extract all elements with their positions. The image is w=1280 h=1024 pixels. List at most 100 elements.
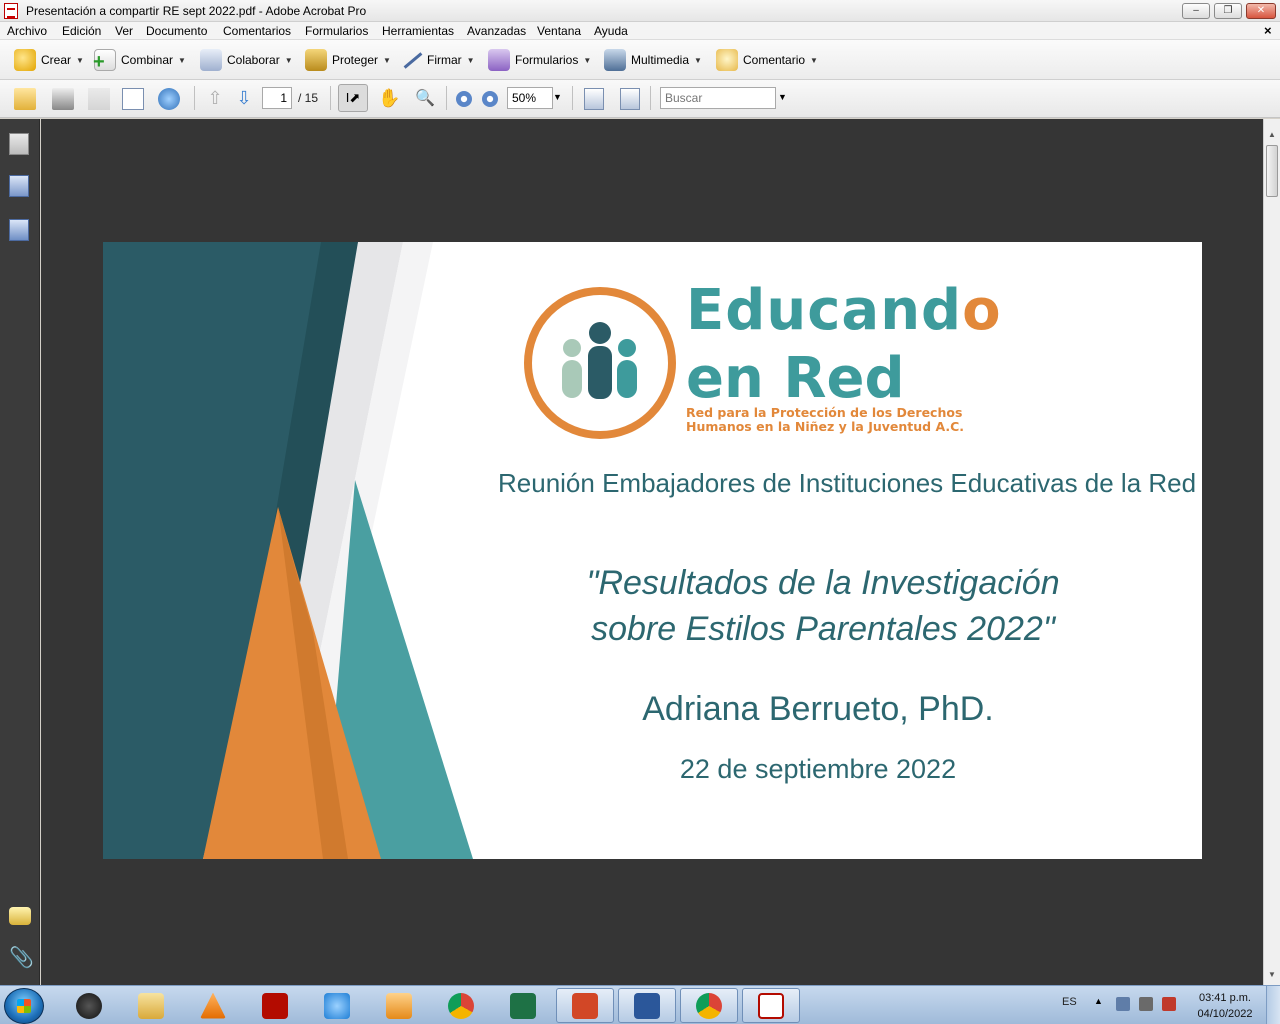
chevron-down-icon: ▼ [694,55,702,65]
clock-time: 03:41 p.m. [1199,992,1251,1004]
email-icon[interactable] [122,88,144,110]
comments-panel-icon[interactable] [9,907,31,925]
signatures-panel-icon[interactable] [9,219,29,241]
hand-tool-icon[interactable]: ✋ [378,88,400,110]
powerpoint-icon [572,992,598,1019]
logo-figure [617,360,637,398]
pdf-page: Educando en Red Red para la Protección d… [103,242,1202,859]
close-document-icon[interactable]: × [1264,23,1272,38]
logo-figure [588,346,612,399]
start-button[interactable] [4,988,44,1024]
restore-button[interactable]: ❐ [1214,3,1242,19]
chevron-down-icon[interactable]: ▼ [778,92,787,102]
menu-bar: Archivo Edición Ver Documento Comentario… [0,22,1280,40]
taskbar-app-reader[interactable] [246,988,304,1023]
navigation-toolbar: ⇧ ⇩ ✋ 🔍 [0,80,1280,118]
crear-button[interactable]: Crear ▼ [14,48,84,72]
zoom-level-input[interactable]: 50% [507,87,553,109]
bookmarks-panel-icon[interactable] [9,175,29,197]
acrobat-reader-icon [262,992,288,1019]
logo-figure [562,360,582,398]
taskbar-app-chrome[interactable] [432,988,490,1023]
network-icon[interactable] [1116,997,1130,1011]
formularios-label: Formularios [515,53,579,67]
web-globe-icon[interactable] [158,88,180,110]
combinar-button[interactable]: Combinar ▼ [93,48,186,72]
language-indicator[interactable]: ES [1062,996,1077,1008]
close-button[interactable]: ✕ [1246,3,1276,19]
zoom-in-icon[interactable] [482,91,498,107]
vertical-scrollbar[interactable]: ▲ ▼ [1263,119,1280,985]
menu-ver[interactable]: Ver [115,24,133,38]
logo-figure-head [589,322,611,344]
chevron-down-icon: ▼ [76,55,84,65]
menu-comentarios[interactable]: Comentarios [223,24,291,38]
firmar-label: Firmar [427,53,462,67]
menu-herramientas[interactable]: Herramientas [382,24,454,38]
logo-wordmark-main: Educand [686,278,963,343]
menu-edicion[interactable]: Edición [62,24,101,38]
taskbar-app-blue[interactable] [308,988,366,1023]
fit-width-icon[interactable] [584,88,604,110]
page-number-input[interactable]: 1 [262,87,292,109]
menu-ventana[interactable]: Ventana [537,24,581,38]
meeting-title: Reunión Embajadores de Instituciones Edu… [498,468,1197,498]
toolbar-divider [330,86,331,110]
show-desktop-button[interactable] [1266,986,1280,1024]
taskbar-app-excel[interactable] [494,988,552,1023]
show-hidden-icons-icon[interactable]: ▲ [1094,996,1103,1006]
talk-title: "Resultados de la Investigación sobre Es… [543,560,1103,652]
system-clock[interactable]: 03:41 p.m. 04/10/2022 [1188,990,1262,1022]
vlc-cone-icon [200,992,226,1019]
fit-page-icon[interactable] [620,88,640,110]
attachments-paperclip-icon[interactable]: 📎 [9,947,34,969]
taskbar-app-powerpoint[interactable] [556,988,614,1023]
comentario-button[interactable]: Comentario ▼ [716,48,818,72]
select-tool-icon[interactable]: I⬈ [338,84,368,112]
menu-archivo[interactable]: Archivo [7,24,47,38]
open-folder-icon[interactable] [14,88,36,110]
save-icon[interactable] [88,88,110,110]
scroll-down-icon[interactable]: ▼ [1264,967,1280,983]
taskbar-app-audio[interactable] [60,988,118,1023]
chevron-down-icon: ▼ [466,55,475,65]
search-input[interactable]: Buscar [660,87,776,109]
logo-tagline-line-1: Red para la Protección de los Derechos [686,405,963,420]
volume-icon[interactable] [1139,997,1153,1011]
multimedia-button[interactable]: Multimedia ▼ [604,48,702,72]
pages-panel-icon[interactable] [9,133,29,155]
next-page-icon[interactable]: ⇩ [233,88,255,110]
menu-avanzadas[interactable]: Avanzadas [467,24,526,38]
zoom-tool-icon[interactable]: 🔍 [414,88,436,110]
talk-title-line-1: "Resultados de la Investigación [586,564,1060,602]
action-center-icon[interactable] [1162,997,1176,1011]
print-icon[interactable] [52,88,74,110]
create-pdf-icon [14,49,36,71]
proteger-button[interactable]: Proteger ▼ [305,48,391,72]
zoom-out-icon[interactable] [456,91,472,107]
blue-app-icon [324,992,350,1019]
menu-documento[interactable]: Documento [146,24,207,38]
taskbar-app-word[interactable] [618,988,676,1023]
multimedia-icon [604,49,626,71]
toolbar-divider [446,86,447,110]
proteger-label: Proteger [332,53,379,67]
colaborar-button[interactable]: Colaborar ▼ [200,48,293,72]
scrollbar-thumb[interactable] [1266,145,1278,197]
multimedia-label: Multimedia [631,53,690,67]
taskbar-app-acrobat[interactable] [742,988,800,1023]
taskbar-app-vlc[interactable] [184,988,242,1023]
firmar-button[interactable]: Firmar ▼ [400,48,475,72]
toolbar-divider [572,86,573,110]
minimize-button[interactable]: – [1182,3,1210,19]
menu-ayuda[interactable]: Ayuda [594,24,628,38]
chevron-down-icon[interactable]: ▼ [553,92,562,102]
taskbar-app-media[interactable] [370,988,428,1023]
previous-page-icon[interactable]: ⇧ [204,88,226,110]
taskbar-app-explorer[interactable] [122,988,180,1023]
scroll-up-icon[interactable]: ▲ [1264,127,1280,143]
formularios-button[interactable]: Formularios ▼ [488,48,591,72]
menu-formularios[interactable]: Formularios [305,24,368,38]
taskbar-app-chrome-2[interactable] [680,988,738,1023]
logo-tagline-line-2: Humanos en la Niñez y la Juventud A.C. [686,419,965,434]
